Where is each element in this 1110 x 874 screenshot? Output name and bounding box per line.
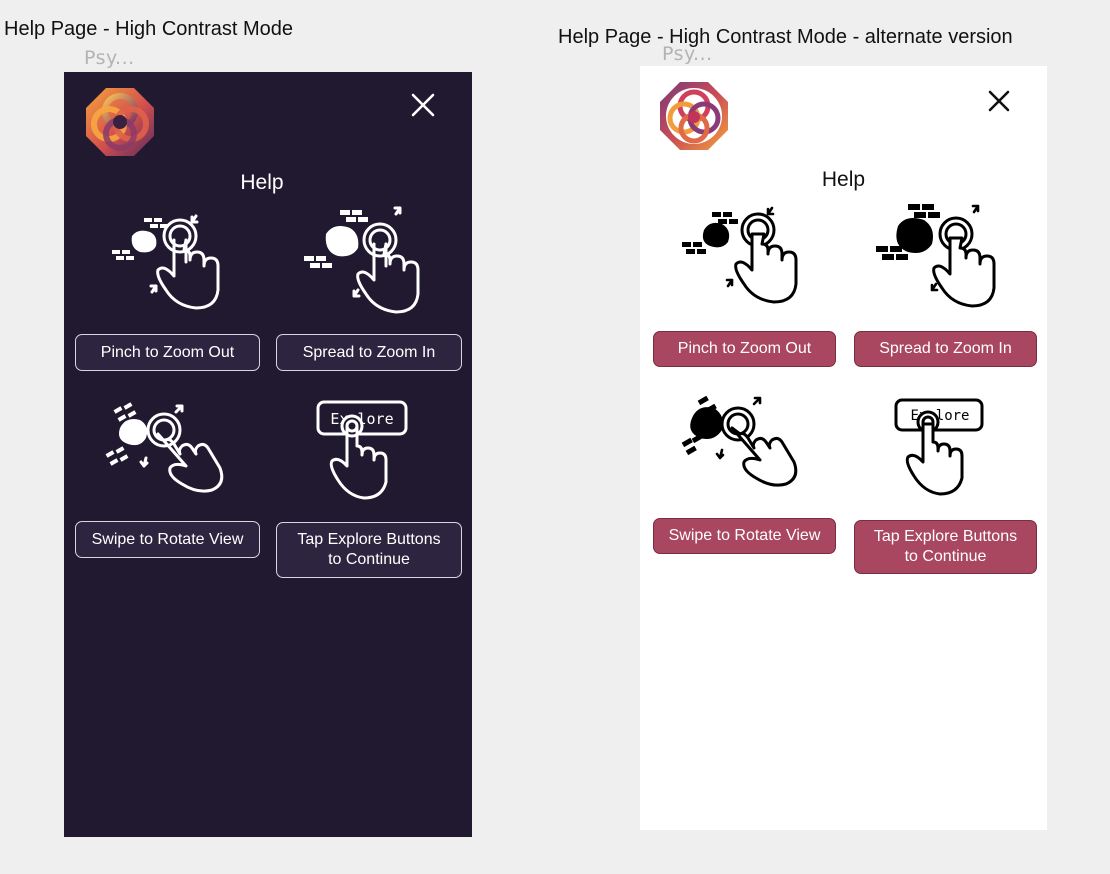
pinch-gesture-icon — [112, 214, 220, 310]
pinch-button-label: Pinch to Zoom Out — [677, 340, 812, 357]
tap-explore-gesture-icon: Explore — [316, 400, 408, 500]
tap-explore-gesture-icon: Explore — [894, 398, 984, 496]
swipe-rotate-gesture-icon — [105, 402, 224, 493]
spread-gesture-icon — [304, 206, 420, 314]
swipe-button-label: Swipe to Rotate View — [91, 530, 244, 548]
help-screen-dark: Help Pinch to Zoom Out Spread to Zoom In… — [64, 72, 472, 837]
help-title: Help — [821, 168, 866, 191]
swipe-rotate-gesture-icon — [681, 395, 798, 487]
frame-title-left: Help Page - High Contrast Mode — [4, 18, 294, 40]
spread-to-zoom-in-button[interactable]: Spread to Zoom In — [854, 331, 1037, 367]
frame-subtitle-left: Psy... — [84, 47, 135, 69]
help-title: Help — [240, 171, 284, 194]
spread-to-zoom-in-button[interactable]: Spread to Zoom In — [276, 334, 462, 371]
tap-explore-buttons-button[interactable]: Tap Explore Buttons to Continue — [276, 522, 462, 578]
frame-title-right: Help Page - High Contrast Mode - alterna… — [558, 26, 1013, 48]
pinch-to-zoom-out-button[interactable]: Pinch to Zoom Out — [75, 334, 260, 371]
help-screen-light: Help Pinch to Zoom Out Spread to Zoom In… — [640, 66, 1047, 830]
swipe-button-label: Swipe to Rotate View — [668, 527, 821, 544]
spread-gesture-icon — [876, 204, 996, 308]
swipe-to-rotate-view-button[interactable]: Swipe to Rotate View — [653, 518, 836, 554]
pinch-gesture-icon — [682, 206, 798, 304]
pinch-button-label: Pinch to Zoom Out — [100, 343, 235, 361]
pinch-to-zoom-out-button[interactable]: Pinch to Zoom Out — [653, 331, 836, 367]
swipe-to-rotate-view-button[interactable]: Swipe to Rotate View — [75, 521, 260, 558]
app-logo-icon — [660, 82, 728, 150]
close-icon[interactable] — [986, 88, 1012, 114]
tap-button-label: Tap Explore Buttons to Continue — [873, 528, 1018, 565]
frame-subtitle-right: Psy... — [662, 43, 713, 65]
tap-explore-buttons-button[interactable]: Tap Explore Buttons to Continue — [854, 520, 1037, 574]
app-logo-icon — [86, 88, 154, 156]
close-icon[interactable] — [410, 92, 436, 118]
spread-button-label: Spread to Zoom In — [302, 343, 436, 361]
spread-button-label: Spread to Zoom In — [879, 340, 1012, 357]
tap-button-label: Tap Explore Buttons to Continue — [297, 531, 441, 568]
